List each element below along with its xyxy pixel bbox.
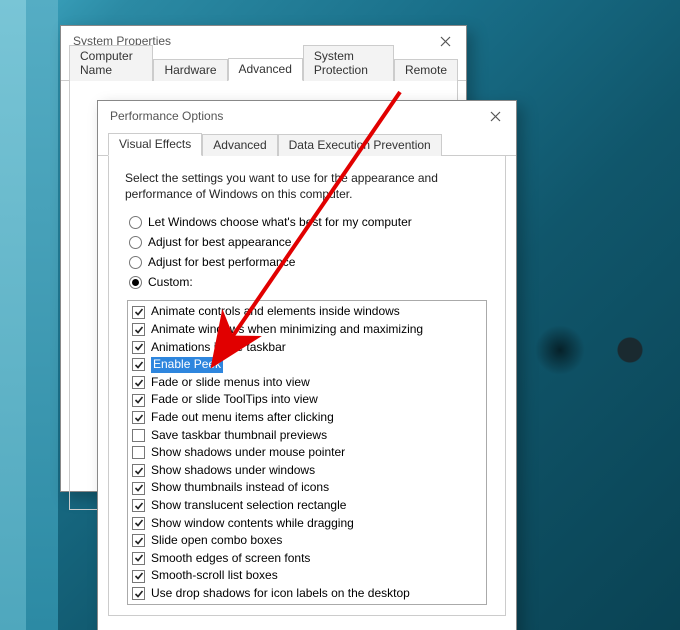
checkbox-icon[interactable] [132, 464, 145, 477]
checkbox-option[interactable]: Slide open combo boxes [132, 532, 482, 550]
radio-icon[interactable] [129, 216, 142, 229]
desktop-background: System Properties Computer NameHardwareA… [0, 0, 680, 630]
tab[interactable]: Hardware [153, 59, 227, 81]
checkbox-label: Smooth-scroll list boxes [151, 568, 278, 584]
checkbox-list[interactable]: Animate controls and elements inside win… [127, 300, 487, 605]
radio-icon[interactable] [129, 276, 142, 289]
tabstrip: Computer NameHardwareAdvancedSystem Prot… [61, 56, 466, 81]
checkbox-label: Use drop shadows for icon labels on the … [151, 586, 410, 602]
window-title: Performance Options [110, 109, 482, 123]
radio-group: Let Windows choose what's best for my co… [125, 212, 489, 300]
checkbox-icon[interactable] [132, 323, 145, 336]
checkbox-icon[interactable] [132, 587, 145, 600]
close-button[interactable] [482, 105, 508, 127]
checkbox-option[interactable]: Show thumbnails instead of icons [132, 479, 482, 497]
tab[interactable]: Visual Effects [108, 133, 202, 156]
radio-icon[interactable] [129, 256, 142, 269]
checkbox-label: Animations in the taskbar [151, 340, 286, 356]
radio-option[interactable]: Let Windows choose what's best for my co… [129, 212, 489, 232]
checkbox-label: Show window contents while dragging [151, 516, 354, 532]
tab-content: Select the settings you want to use for … [108, 156, 506, 616]
checkbox-label: Fade out menu items after clicking [151, 410, 334, 426]
intro-text: Select the settings you want to use for … [125, 166, 489, 212]
tab[interactable]: Advanced [202, 134, 277, 156]
checkbox-icon[interactable] [132, 429, 145, 442]
checkbox-icon[interactable] [132, 499, 145, 512]
radio-option[interactable]: Adjust for best performance [129, 252, 489, 272]
checkbox-icon[interactable] [132, 446, 145, 459]
radio-option[interactable]: Adjust for best appearance [129, 232, 489, 252]
checkbox-label: Animate windows when minimizing and maxi… [151, 322, 423, 338]
checkbox-option[interactable]: Fade or slide menus into view [132, 374, 482, 392]
checkbox-icon[interactable] [132, 341, 145, 354]
radio-label: Custom: [148, 275, 193, 289]
radio-label: Let Windows choose what's best for my co… [148, 215, 412, 229]
titlebar[interactable]: Performance Options [98, 101, 516, 131]
tab[interactable]: Remote [394, 59, 458, 81]
bg-panel [26, 0, 58, 630]
checkbox-icon[interactable] [132, 552, 145, 565]
tab[interactable]: Data Execution Prevention [278, 134, 442, 156]
checkbox-label: Save taskbar thumbnail previews [151, 428, 327, 444]
checkbox-icon[interactable] [132, 517, 145, 530]
radio-icon[interactable] [129, 236, 142, 249]
checkbox-icon[interactable] [132, 358, 145, 371]
checkbox-icon[interactable] [132, 376, 145, 389]
checkbox-icon[interactable] [132, 394, 145, 407]
checkbox-option[interactable]: Smooth-scroll list boxes [132, 567, 482, 585]
checkbox-label: Show thumbnails instead of icons [151, 480, 329, 496]
checkbox-label: Slide open combo boxes [151, 533, 282, 549]
checkbox-option[interactable]: Show shadows under mouse pointer [132, 444, 482, 462]
close-button[interactable] [432, 30, 458, 52]
checkbox-label: Show shadows under windows [151, 463, 315, 479]
checkbox-icon[interactable] [132, 534, 145, 547]
checkbox-label: Fade or slide menus into view [151, 375, 310, 391]
checkbox-icon[interactable] [132, 570, 145, 583]
checkbox-option[interactable]: Show translucent selection rectangle [132, 497, 482, 515]
checkbox-option[interactable]: Save taskbar thumbnail previews [132, 427, 482, 445]
checkbox-option[interactable]: Animations in the taskbar [132, 339, 482, 357]
checkbox-icon[interactable] [132, 482, 145, 495]
checkbox-option[interactable]: Fade or slide ToolTips into view [132, 391, 482, 409]
radio-option[interactable]: Custom: [129, 272, 489, 292]
checkbox-label: Show shadows under mouse pointer [151, 445, 345, 461]
checkbox-label: Animate controls and elements inside win… [151, 304, 400, 320]
checkbox-option[interactable]: Animate controls and elements inside win… [132, 303, 482, 321]
performance-options-window: Performance Options Visual EffectsAdvanc… [97, 100, 517, 630]
checkbox-icon[interactable] [132, 411, 145, 424]
bg-panel [0, 0, 26, 630]
checkbox-option[interactable]: Smooth edges of screen fonts [132, 550, 482, 568]
checkbox-option[interactable]: Enable Peek [132, 356, 482, 374]
radio-label: Adjust for best performance [148, 255, 295, 269]
checkbox-label: Smooth edges of screen fonts [151, 551, 310, 567]
checkbox-option[interactable]: Animate windows when minimizing and maxi… [132, 321, 482, 339]
checkbox-option[interactable]: Show shadows under windows [132, 462, 482, 480]
checkbox-label: Fade or slide ToolTips into view [151, 392, 318, 408]
checkbox-label: Show translucent selection rectangle [151, 498, 346, 514]
checkbox-option[interactable]: Fade out menu items after clicking [132, 409, 482, 427]
tab[interactable]: Computer Name [69, 45, 153, 81]
checkbox-option[interactable]: Show window contents while dragging [132, 515, 482, 533]
radio-label: Adjust for best appearance [148, 235, 291, 249]
tab[interactable]: Advanced [228, 58, 303, 81]
tab[interactable]: System Protection [303, 45, 394, 81]
checkbox-label: Enable Peek [151, 357, 223, 373]
tabstrip: Visual EffectsAdvancedData Execution Pre… [98, 131, 516, 156]
bg-figure [610, 330, 650, 370]
checkbox-icon[interactable] [132, 306, 145, 319]
checkbox-option[interactable]: Use drop shadows for icon labels on the … [132, 585, 482, 603]
